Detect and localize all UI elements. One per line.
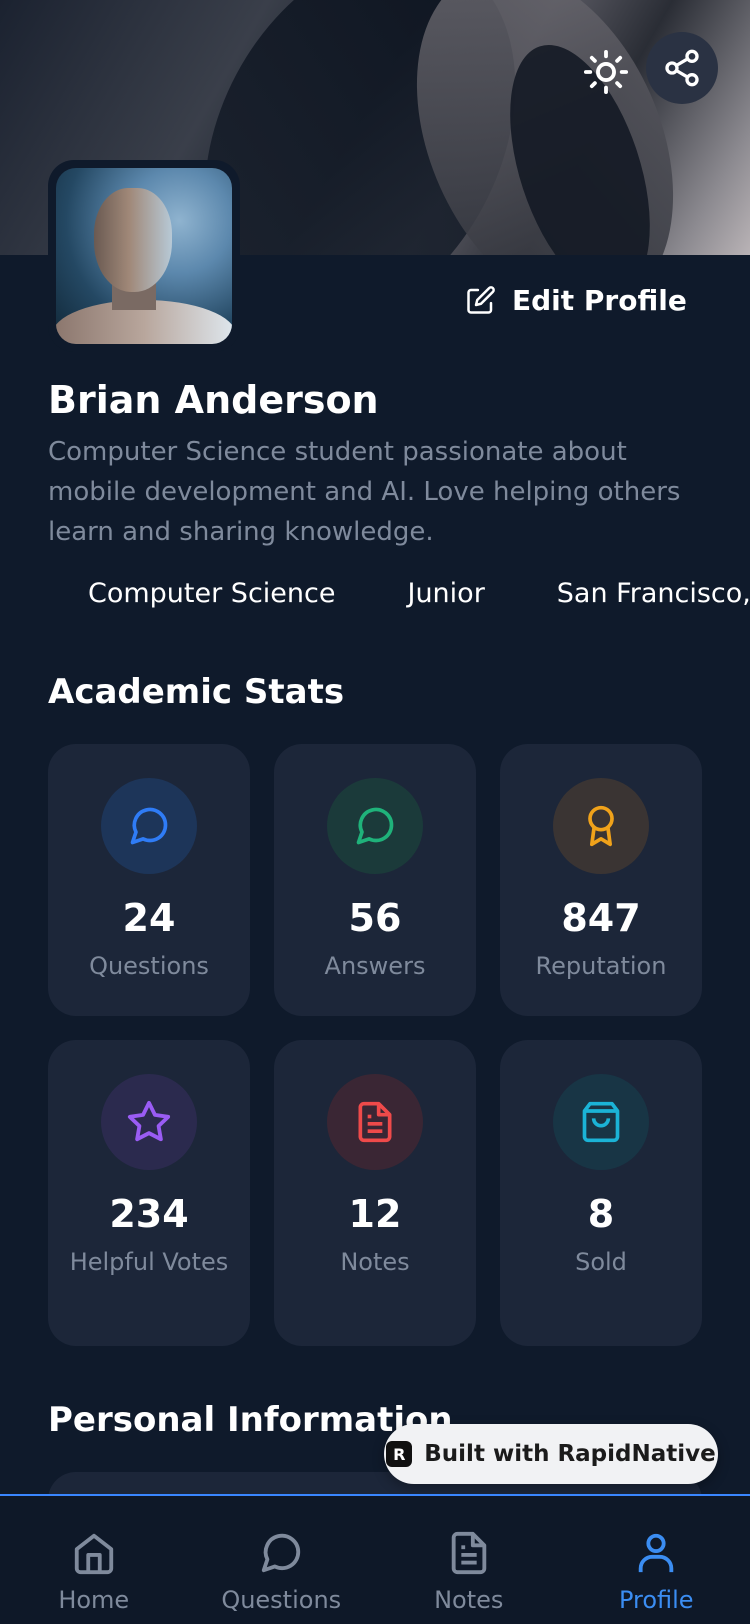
- tag-location: San Francisco, C: [556, 578, 750, 609]
- shopping-bag-icon: [582, 1101, 620, 1143]
- stat-value: 24: [122, 896, 176, 940]
- stat-value: 12: [348, 1192, 402, 1236]
- tab-label: Notes: [434, 1586, 504, 1614]
- chat-bubble-icon: [356, 807, 394, 845]
- document-icon: [358, 1101, 392, 1143]
- theme-toggle-button[interactable]: [578, 44, 634, 100]
- tab-label: Questions: [221, 1586, 342, 1614]
- tab-profile[interactable]: Profile: [563, 1496, 750, 1624]
- tab-label: Home: [58, 1586, 130, 1614]
- stat-card-reputation[interactable]: 847 Reputation: [500, 744, 702, 1016]
- tab-label: Profile: [618, 1586, 694, 1614]
- stat-label: Reputation: [535, 952, 667, 980]
- built-with-label: Built with RapidNative: [424, 1441, 716, 1467]
- avatar-frame[interactable]: [48, 160, 240, 352]
- stat-card-questions[interactable]: 24 Questions: [48, 744, 250, 1016]
- profile-bio: Computer Science student passionate abou…: [48, 437, 681, 547]
- stat-label: Notes: [340, 1248, 410, 1276]
- stat-card-notes[interactable]: 12 Notes: [274, 1040, 476, 1346]
- sun-icon: [583, 49, 629, 95]
- edit-profile-label: Edit Profile: [512, 283, 687, 317]
- stat-label: Helpful Votes: [69, 1248, 229, 1276]
- rapidnative-logo-icon: R: [386, 1441, 413, 1467]
- tab-notes[interactable]: Notes: [375, 1496, 563, 1624]
- stat-value: 847: [561, 896, 641, 940]
- avatar: [56, 168, 232, 344]
- stat-card-helpful-votes[interactable]: 234 Helpful Votes: [48, 1040, 250, 1346]
- stats-grid: 24 Questions 56 Answers 847 Reputation 2…: [48, 744, 702, 1346]
- built-with-badge[interactable]: R Built with RapidNative: [384, 1424, 718, 1484]
- stat-value: 8: [587, 1192, 615, 1236]
- stat-label: Sold: [575, 1248, 627, 1276]
- star-icon: [127, 1100, 171, 1142]
- stat-label: Answers: [324, 952, 426, 980]
- tab-home[interactable]: Home: [0, 1496, 188, 1624]
- user-icon: [639, 1533, 674, 1573]
- tag-major: Computer Science: [88, 578, 336, 609]
- stat-card-sold[interactable]: 8 Sold: [500, 1040, 702, 1346]
- stat-value: 56: [348, 896, 402, 940]
- stat-label: Questions: [89, 952, 209, 980]
- edit-icon: [467, 286, 495, 314]
- academic-stats-title: Academic Stats: [48, 672, 345, 712]
- profile-tags: Computer Science Junior San Francisco, C: [88, 578, 750, 609]
- share-button[interactable]: [646, 32, 718, 104]
- tab-questions[interactable]: Questions: [188, 1496, 376, 1624]
- chat-bubble-icon: [262, 1533, 301, 1573]
- tag-year: Junior: [407, 578, 485, 609]
- profile-name: Brian Anderson: [48, 378, 379, 422]
- share-icon: [665, 49, 699, 87]
- edit-profile-button[interactable]: Edit Profile: [466, 276, 687, 324]
- document-icon: [451, 1531, 486, 1575]
- award-icon: [588, 805, 614, 847]
- stat-card-answers[interactable]: 56 Answers: [274, 744, 476, 1016]
- bottom-tab-bar: Home Questions Notes Profile: [0, 1494, 750, 1624]
- home-icon: [74, 1533, 113, 1575]
- stat-value: 234: [109, 1192, 189, 1236]
- chat-bubble-icon: [130, 807, 168, 845]
